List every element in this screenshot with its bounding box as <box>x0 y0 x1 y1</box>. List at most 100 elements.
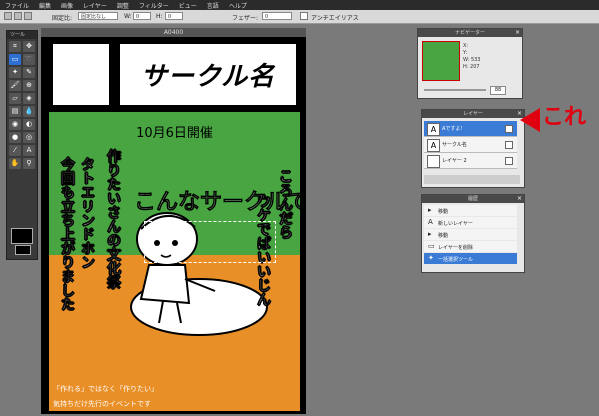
sponge-icon[interactable]: ◉ <box>9 119 21 130</box>
zoom-input[interactable]: 88 <box>490 86 506 95</box>
layer-visibility-checkbox[interactable] <box>505 141 513 149</box>
navigator-info: X: Y: W: 533 H: 207 <box>463 43 481 70</box>
feather-label: フェザー: <box>232 15 259 22</box>
layers-title: レイヤー <box>463 111 483 117</box>
selection-marquee <box>144 221 276 263</box>
text-column-2: タトエリンドホン <box>79 157 95 269</box>
ratio-select[interactable]: 固定比なし <box>78 12 118 20</box>
add-selection-icon[interactable] <box>14 12 22 20</box>
burn-icon[interactable]: ● <box>9 132 21 143</box>
history-title: 履歴 <box>467 196 478 202</box>
antialias-checkbox[interactable] <box>300 12 308 20</box>
marquee-icon[interactable]: ▭ <box>9 54 21 65</box>
document-title: A0400 <box>41 28 306 37</box>
layer-name: Aですよ！ <box>442 126 466 132</box>
move-icon[interactable]: ✥ <box>23 41 35 52</box>
history-panel: 履歴 × ▸ 移動 A 新しいレイヤー ▸ 移動 ▭ レイヤーを削除 ✦ 一括選択ツール <box>421 194 525 273</box>
close-icon[interactable]: × <box>517 195 522 203</box>
layer-visibility-checkbox[interactable] <box>505 157 513 165</box>
new-selection-icon[interactable] <box>4 12 12 20</box>
antialias-label: アンチエイリアス <box>311 15 359 22</box>
height-label: H: <box>156 13 163 20</box>
hand-icon[interactable]: ✋ <box>9 158 21 169</box>
menu-bar: ファイル 編集 画像 レイヤー 調整 フィルター ビュー 言語 ヘルプ <box>0 0 599 10</box>
menu-edit[interactable]: 編集 <box>34 1 56 10</box>
menu-filter[interactable]: フィルター <box>134 1 174 10</box>
text-column-3: 作りたいさんの文化祭 <box>105 149 121 289</box>
menu-help[interactable]: ヘルプ <box>224 1 252 10</box>
tools-title: ツール <box>7 31 37 39</box>
history-item[interactable]: ▸ 移動 <box>424 205 517 216</box>
layer-thumb <box>427 155 440 168</box>
menu-image[interactable]: 画像 <box>56 1 78 10</box>
text-column-1: 今回も立ち上がりました <box>59 157 75 311</box>
blur-icon[interactable]: 💧 <box>23 106 35 117</box>
blank-box <box>53 44 109 105</box>
text-column-4: ウケでばいいじん <box>255 194 271 306</box>
lasso-icon[interactable]: ➰ <box>23 54 35 65</box>
layer-row[interactable]: A Aですよ！ <box>424 121 517 137</box>
text-icon[interactable]: A <box>23 145 35 156</box>
picker-icon[interactable]: ⁄ <box>9 145 21 156</box>
dodge-icon[interactable]: ◐ <box>23 119 35 130</box>
event-date: 10月6日開催 <box>136 126 213 141</box>
layer-name: レイヤー 2 <box>442 158 467 164</box>
gradient-icon[interactable]: ▤ <box>9 106 21 117</box>
red-arrow-icon <box>520 108 540 132</box>
history-item[interactable]: ▸ 移動 <box>424 229 517 240</box>
zoom-slider[interactable] <box>424 89 486 91</box>
document-window: A0400 サークル名 10月6日開催 今回も立ち上がりました タトエリンドホン… <box>41 28 306 414</box>
crop-icon[interactable]: ⌗ <box>9 41 21 52</box>
subtract-selection-icon[interactable] <box>24 12 32 20</box>
brush-icon[interactable]: 🖌 <box>9 80 21 91</box>
background-color-swatch[interactable] <box>15 245 31 255</box>
navigator-thumbnail[interactable] <box>422 41 460 81</box>
width-label: W: <box>124 13 132 20</box>
footer-line-1: 「作れる」ではなく「作りたい」 <box>53 385 158 393</box>
width-value: 533 <box>470 57 481 63</box>
layers-toolbar <box>424 175 520 184</box>
zoom-icon[interactable]: ⚲ <box>23 158 35 169</box>
selected-overlay-text[interactable]: こんなサークルですよ！ <box>134 184 300 216</box>
bucket-icon[interactable]: ◈ <box>23 93 35 104</box>
move-icon: ▸ <box>428 206 432 214</box>
clone-icon[interactable]: ⊕ <box>23 80 35 91</box>
history-item[interactable]: A 新しいレイヤー <box>424 217 517 228</box>
wand-icon[interactable]: ✦ <box>9 67 21 78</box>
menu-language[interactable]: 言語 <box>202 1 224 10</box>
close-icon[interactable]: × <box>515 29 520 37</box>
history-item[interactable]: ✦ 一括選択ツール <box>424 253 517 264</box>
move-icon: ▸ <box>428 230 432 238</box>
text-icon: A <box>428 218 433 226</box>
height-value: 207 <box>470 64 480 70</box>
delete-icon: ▭ <box>428 242 435 250</box>
feather-input[interactable]: 0 <box>262 12 292 20</box>
layer-name: サークル名 <box>442 142 467 148</box>
layer-thumb: A <box>427 123 440 136</box>
tools-panel: ツール ⌗ ✥ ▭ ➰ ✦ ✎ 🖌 ⊕ ▱ ◈ ▤ 💧 ◉ ◐ ● ◎ ⁄ A … <box>6 30 38 260</box>
layer-row[interactable]: レイヤー 2 <box>424 153 517 169</box>
wand-icon: ✦ <box>428 254 434 262</box>
menu-view[interactable]: ビュー <box>174 1 202 10</box>
menu-layer[interactable]: レイヤー <box>78 1 112 10</box>
annotation-label: これ <box>542 105 587 130</box>
menu-file[interactable]: ファイル <box>0 1 34 10</box>
width-input[interactable]: 0 <box>133 12 151 20</box>
menu-adjust[interactable]: 調整 <box>112 1 134 10</box>
foreground-color-swatch[interactable] <box>11 228 33 244</box>
layers-panel: レイヤー × A Aですよ！ A サークル名 レイヤー 2 <box>421 109 525 188</box>
height-input[interactable]: 0 <box>165 12 183 20</box>
layer-row[interactable]: A サークル名 <box>424 137 517 153</box>
redeye-icon[interactable]: ◎ <box>23 132 35 143</box>
circle-name-text: サークル名 <box>140 62 276 92</box>
ratio-label: 固定比: <box>52 15 73 22</box>
layer-thumb: A <box>427 139 440 152</box>
footer-line-2: 気持ちだけ先行のイベントです <box>53 400 151 408</box>
eraser-icon[interactable]: ▱ <box>9 93 21 104</box>
layer-visibility-checkbox[interactable] <box>505 125 513 133</box>
history-item[interactable]: ▭ レイヤーを削除 <box>424 241 517 252</box>
pencil-icon[interactable]: ✎ <box>23 67 35 78</box>
canvas[interactable]: サークル名 10月6日開催 今回も立ち上がりました タトエリンドホン 作りたいさ… <box>49 39 300 411</box>
character-illustration <box>130 212 268 336</box>
options-bar: 固定比: 固定比なし W: 0 H: 0 フェザー: 0 アンチエイリアス <box>0 10 599 24</box>
